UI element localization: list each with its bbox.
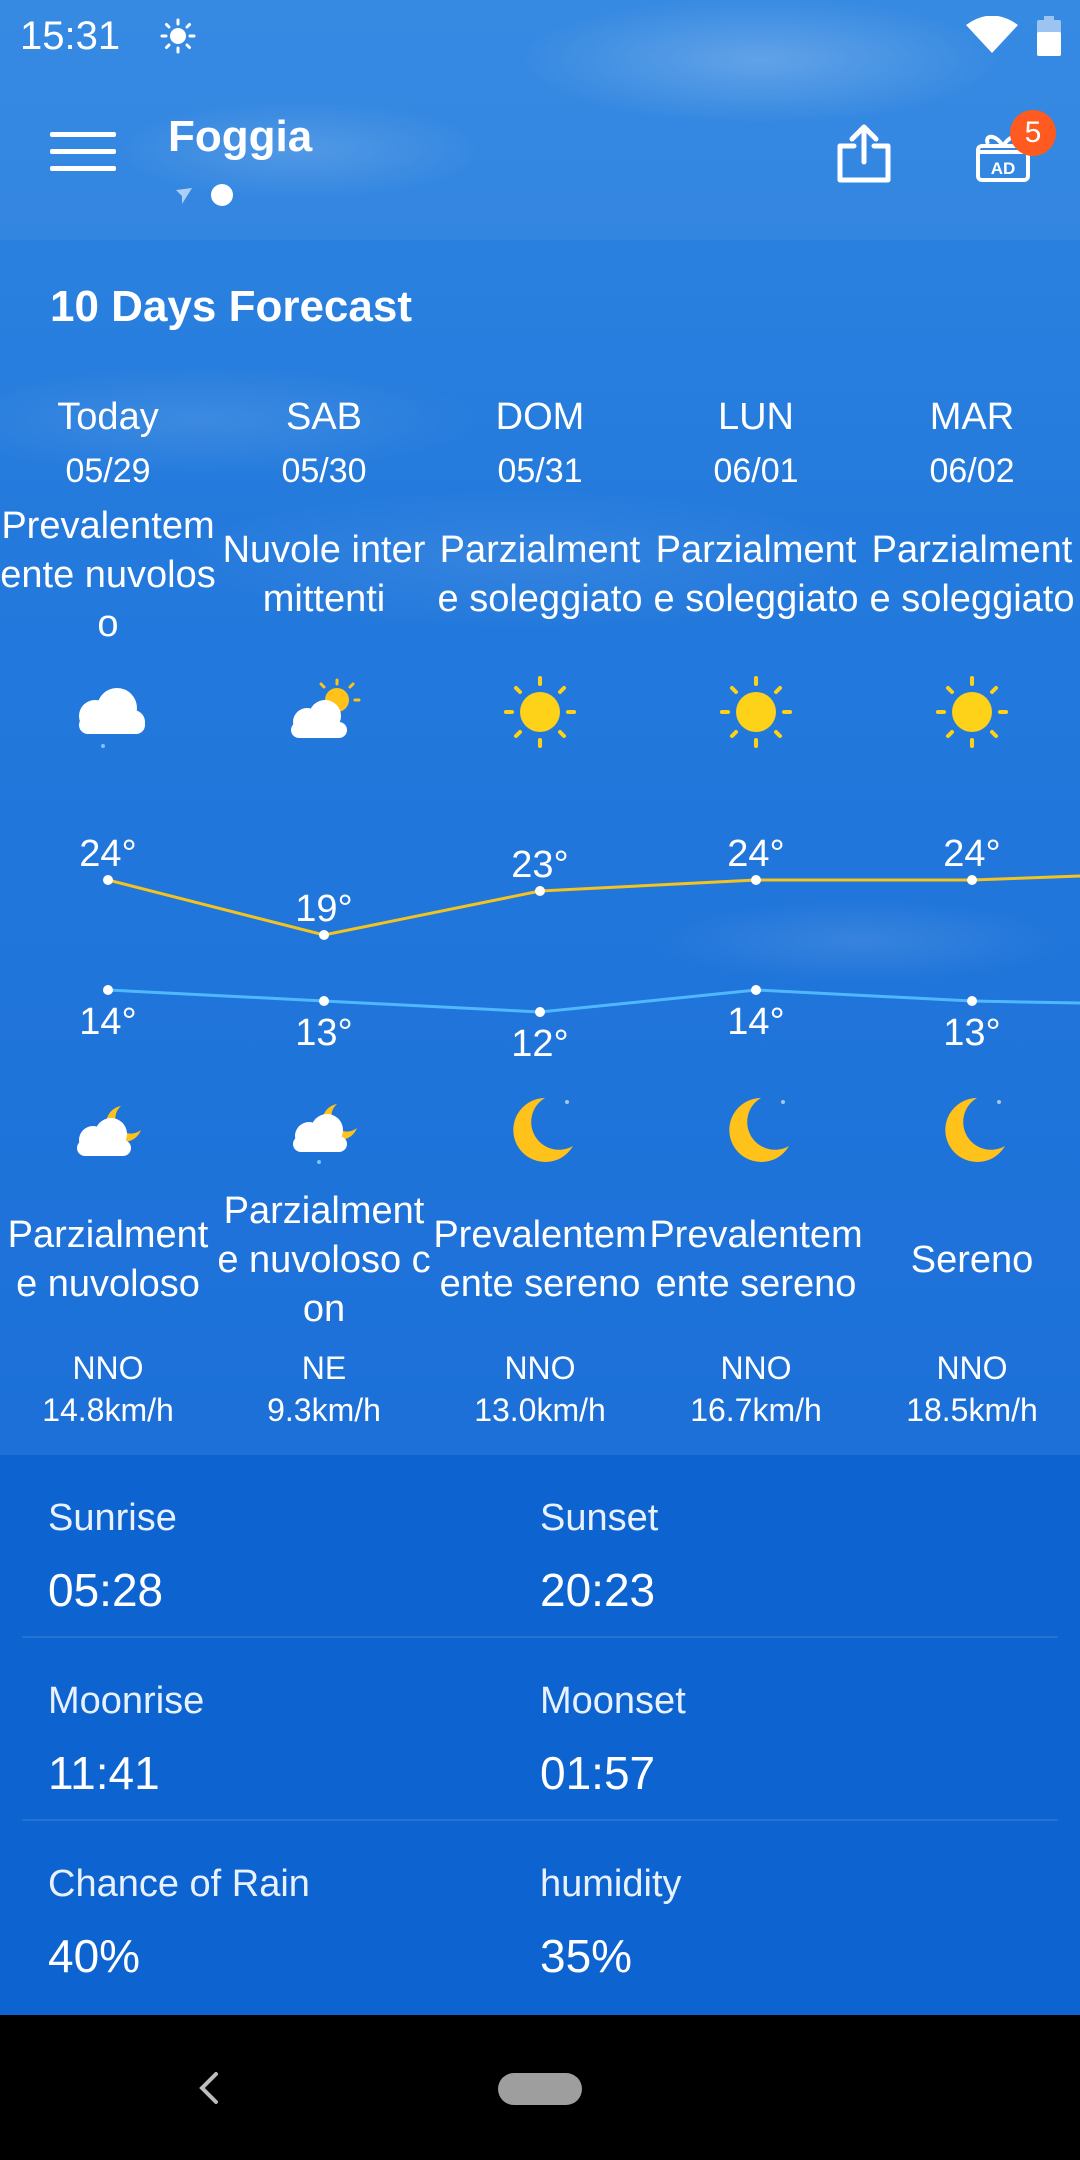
day-name: Today (57, 396, 159, 438)
location-arrow-icon (176, 188, 192, 204)
high-temp-label: 24° (943, 833, 1000, 875)
day-date: 06/02 (929, 452, 1015, 490)
menu-icon-bar (50, 149, 116, 154)
cloud-icon (79, 688, 145, 748)
temperature-chart: 24° 19° 23° 24° 24° 14° 13° 12° 14° 13° (79, 833, 1080, 1065)
low-temp-label: 12° (511, 1023, 568, 1065)
day-condition: Nuvole intermittenti (222, 529, 426, 620)
humidity-label: humidity (540, 1863, 682, 1905)
sun-status-icon (160, 18, 196, 54)
moon-icon (945, 1098, 1005, 1162)
sun-row: Sunrise 05:28 Sunset 20:23 (22, 1455, 1058, 1638)
sunrise-label: Sunrise (48, 1497, 177, 1539)
low-temp-point (103, 985, 113, 995)
rain-value: 40% (48, 1930, 141, 1982)
wind-direction: NNO (936, 1350, 1008, 1386)
wind-speed: 18.5km/h (906, 1392, 1038, 1428)
sunset-label: Sunset (540, 1497, 659, 1539)
page-indicator-dot (211, 184, 233, 206)
notification-badge: 5 (1010, 110, 1056, 156)
high-temp-label: 24° (79, 833, 136, 875)
wind-speed: 14.8km/h (42, 1392, 174, 1428)
high-temp-label: 23° (511, 844, 568, 886)
cloud-moon-icon (77, 1106, 141, 1156)
moonrise-label: Moonrise (48, 1680, 205, 1722)
high-temp-line (107, 874, 1080, 937)
day-name: MAR (929, 396, 1015, 438)
low-temp-point (751, 985, 761, 995)
home-button[interactable] (498, 2073, 582, 2105)
high-temp-point (535, 886, 545, 896)
sun-icon (936, 676, 1008, 748)
section-title: 10 Days Forecast (50, 282, 412, 331)
night-condition: Prevalentemente sereno (649, 1214, 863, 1305)
day-condition: Parzialmente soleggiato (869, 529, 1075, 620)
day-date: 05/29 (65, 452, 151, 490)
low-temp-label: 14° (727, 1001, 784, 1043)
wifi-icon (966, 16, 1018, 53)
wind-direction: NE (301, 1350, 347, 1386)
wind-direction: NNO (72, 1350, 144, 1386)
day-condition: Parzialmente soleggiato (653, 529, 859, 620)
high-temp-label: 24° (727, 833, 784, 875)
status-time: 15:31 (20, 14, 121, 58)
day-date: 05/30 (281, 452, 367, 490)
details-panel: Sunrise 05:28 Sunset 20:23 Moonrise 11:4… (0, 1455, 1080, 2015)
svg-text:AD: AD (991, 159, 1016, 178)
night-condition: Sereno (910, 1238, 1034, 1281)
sun-icon (504, 676, 576, 748)
wind-speed: 13.0km/h (474, 1392, 606, 1428)
moonset-label: Moonset (540, 1680, 686, 1722)
menu-icon-bar (50, 132, 116, 137)
high-temp-label: 19° (295, 888, 352, 930)
night-condition: Parzialmente nuvoloso con (217, 1189, 431, 1330)
battery-icon (1037, 16, 1061, 56)
moon-icon (729, 1098, 789, 1162)
high-temp-point (751, 875, 761, 885)
back-icon[interactable] (196, 2070, 220, 2106)
day-name: SAB (285, 396, 363, 438)
day-name: DOM (495, 396, 585, 438)
cloud-moon-rain-icon (293, 1104, 357, 1164)
sunrise-value: 05:28 (48, 1564, 164, 1616)
menu-button[interactable] (50, 132, 116, 178)
cloud-sun-icon (291, 678, 361, 738)
sunset-value: 20:23 (540, 1564, 656, 1616)
moon-row: Moonrise 11:41 Moonset 01:57 (22, 1638, 1058, 1821)
wind-speed: 9.3km/h (267, 1392, 381, 1428)
menu-icon-bar (50, 166, 116, 171)
low-temp-label: 13° (295, 1012, 352, 1054)
humidity-value: 35% (540, 1930, 633, 1982)
high-temp-point (319, 930, 329, 940)
moonset-value: 01:57 (540, 1747, 656, 1799)
wind-direction: NNO (720, 1350, 792, 1386)
high-temp-point (103, 875, 113, 885)
low-temp-label: 13° (943, 1012, 1000, 1054)
sun-icon (720, 676, 792, 748)
rain-humidity-row: Chance of Rain 40% humidity 35% (22, 1821, 1058, 2004)
day-condition: Prevalentemente nuvoloso (0, 504, 216, 645)
moon-icon (513, 1098, 573, 1162)
night-condition: Prevalentemente sereno (433, 1214, 647, 1305)
night-condition: Parzialmente nuvoloso (7, 1214, 209, 1305)
moonrise-value: 11:41 (48, 1747, 160, 1799)
day-date: 06/01 (713, 452, 799, 490)
day-name: LUN (717, 396, 795, 438)
low-temp-point (535, 1007, 545, 1017)
city-name[interactable]: Foggia (168, 112, 312, 162)
low-temp-point (967, 996, 977, 1006)
rain-label: Chance of Rain (48, 1863, 310, 1905)
share-icon[interactable] (834, 124, 894, 184)
day-condition: Parzialmente soleggiato (437, 529, 643, 620)
wind-speed: 16.7km/h (690, 1392, 822, 1428)
low-temp-point (319, 996, 329, 1006)
day-date: 05/31 (497, 452, 583, 490)
low-temp-label: 14° (79, 1001, 136, 1043)
low-temp-line (107, 988, 1080, 1014)
high-temp-point (967, 875, 977, 885)
status-bar: 15:31 (0, 0, 1080, 72)
wind-direction: NNO (504, 1350, 576, 1386)
